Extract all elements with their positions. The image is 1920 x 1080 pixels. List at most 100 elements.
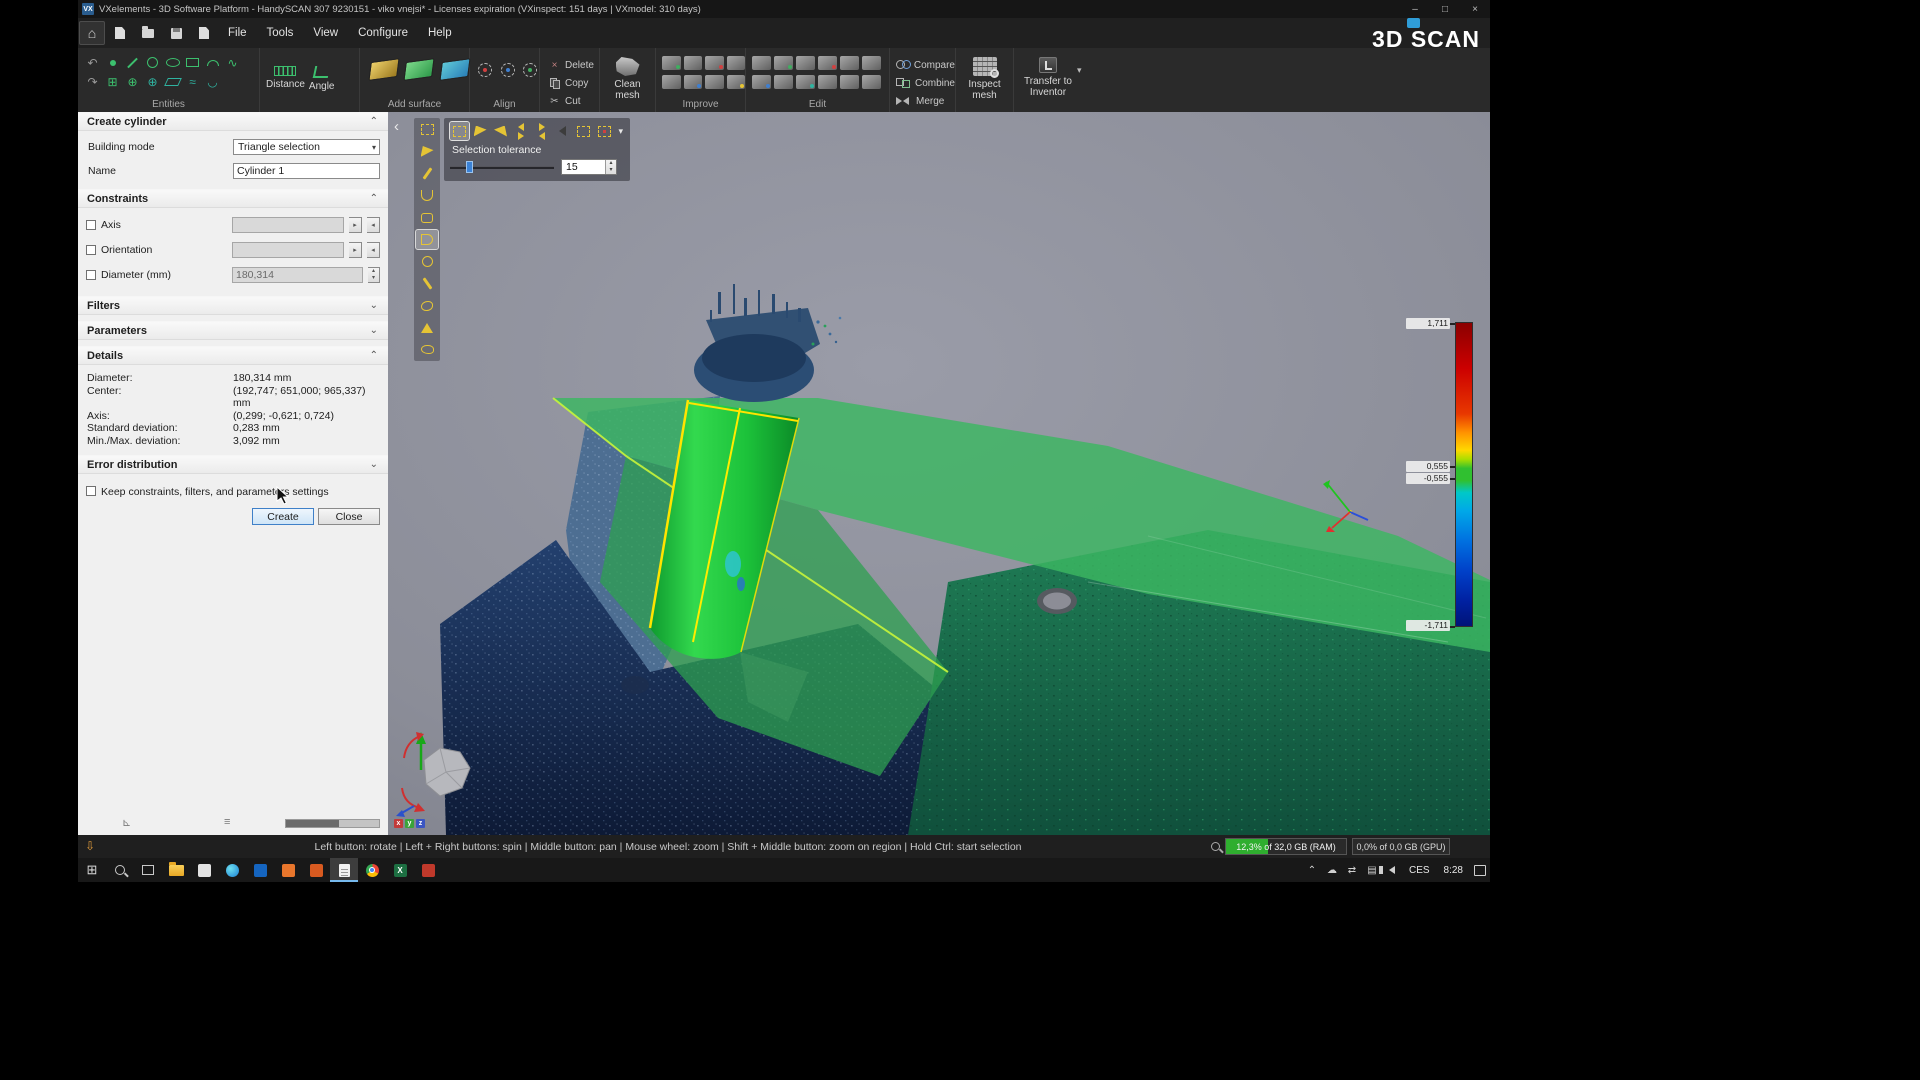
merge-button[interactable]: Merge — [896, 93, 955, 109]
hidden-icons-chevron[interactable]: ⌃ — [1302, 858, 1322, 882]
brush-selection-button[interactable] — [491, 122, 510, 140]
orientation-checkbox[interactable] — [86, 245, 96, 255]
axis-reverse-button[interactable]: ◂ — [367, 217, 380, 233]
improve-tool-icon-3[interactable] — [705, 56, 724, 70]
orientation-select[interactable] — [232, 242, 344, 258]
name-input[interactable] — [233, 163, 380, 179]
edit-tool-icon-5[interactable] — [840, 56, 859, 70]
rectangle-entity-icon[interactable] — [184, 55, 201, 70]
align-target-icon-1[interactable] — [476, 61, 494, 78]
combine-button[interactable]: Combine — [896, 75, 955, 91]
file-explorer-button[interactable] — [162, 858, 190, 882]
rectangle-selection-tool[interactable] — [416, 120, 438, 139]
grid-entity-icon[interactable]: ⊞ — [104, 74, 121, 89]
building-mode-select[interactable]: Triangle selection ▾ — [233, 139, 380, 155]
edit-tool-icon-6[interactable] — [862, 56, 881, 70]
store-app-button[interactable] — [190, 858, 218, 882]
plane-entity-icon[interactable] — [164, 74, 181, 89]
selection-tolerance-slider[interactable] — [450, 161, 554, 173]
orientation-reverse-button[interactable]: ◂ — [367, 242, 380, 258]
axis-select[interactable] — [232, 217, 344, 233]
expand-chevron-icon[interactable]: ⌄ — [370, 325, 378, 336]
knife-selection-tool[interactable] — [416, 274, 438, 293]
panel-header-error-distribution[interactable]: Error distribution ⌄ — [78, 455, 388, 474]
curve-entity-icon[interactable]: ≈ — [184, 74, 201, 89]
edit-tool-icon-1[interactable] — [752, 56, 771, 70]
diameter-spinner[interactable]: ▴▾ — [368, 267, 380, 283]
delete-button[interactable]: × Delete — [548, 57, 599, 73]
list-footer-icon[interactable]: ≡ — [224, 816, 230, 828]
improve-tool-icon-5[interactable] — [662, 75, 681, 89]
close-panel-button[interactable]: Close — [318, 508, 380, 525]
slider-thumb[interactable] — [466, 161, 473, 173]
distance-button[interactable]: Distance — [266, 58, 305, 92]
close-button[interactable]: × — [1460, 0, 1490, 18]
clean-mesh-button[interactable]: Clean mesh — [600, 52, 655, 101]
selection-options-dropdown[interactable]: ▾ — [619, 126, 624, 137]
export-icon[interactable] — [191, 21, 217, 45]
zone-selection-button[interactable] — [574, 122, 593, 140]
menu-file[interactable]: File — [218, 18, 257, 48]
panel-header-create-cylinder[interactable]: Create cylinder ⌃ — [78, 112, 388, 131]
improve-tool-icon-2[interactable] — [684, 56, 703, 70]
circle-entity-icon[interactable] — [144, 55, 161, 70]
triangle-selection-tool[interactable] — [416, 318, 438, 337]
menu-tools[interactable]: Tools — [257, 18, 304, 48]
sphere-entity-icon[interactable]: ⊕ — [124, 74, 141, 89]
align-target-icon-3[interactable] — [521, 61, 539, 78]
menu-view[interactable]: View — [303, 18, 348, 48]
volume-icon[interactable] — [1382, 858, 1402, 882]
surface-selection-button[interactable] — [471, 122, 490, 140]
edit-tool-icon-11[interactable] — [840, 75, 859, 89]
tolerance-spinner[interactable]: ▴▾ — [605, 160, 616, 174]
edit-tool-icon-8[interactable] — [774, 75, 793, 89]
section-entity-icon[interactable]: ◡ — [204, 74, 221, 89]
arc-entity-icon[interactable] — [204, 55, 221, 70]
update-download-icon[interactable]: ⇩ — [85, 839, 95, 853]
panel-header-parameters[interactable]: Parameters ⌄ — [78, 321, 388, 340]
menu-help[interactable]: Help — [418, 18, 462, 48]
axis-pick-button[interactable]: ▸ — [349, 217, 362, 233]
transfer-dropdown-icon[interactable]: ▾ — [1077, 65, 1082, 76]
previous-selection-button[interactable] — [553, 122, 572, 140]
orange-app-2-button[interactable] — [302, 858, 330, 882]
edit-tool-icon-4[interactable] — [818, 56, 837, 70]
expand-chevron-icon[interactable]: ⌄ — [370, 459, 378, 470]
edit-tool-icon-12[interactable] — [862, 75, 881, 89]
action-center-button[interactable] — [1470, 858, 1490, 882]
panel-collapse-arrow[interactable]: ‹ — [394, 118, 399, 135]
improve-tool-icon-8[interactable] — [727, 75, 746, 89]
blob-selection-tool[interactable] — [416, 296, 438, 315]
sync-icon[interactable]: ⇄ — [1342, 858, 1362, 882]
align-target-icon-2[interactable] — [499, 61, 517, 78]
collapse-chevron-icon[interactable]: ⌃ — [370, 116, 378, 127]
taskbar-search-button[interactable] — [106, 858, 134, 882]
menu-configure[interactable]: Configure — [348, 18, 418, 48]
edit-tool-icon-3[interactable] — [796, 56, 815, 70]
angle-button[interactable]: Angle — [309, 58, 335, 92]
maximize-button[interactable]: □ — [1430, 0, 1460, 18]
pen-selection-tool[interactable] — [416, 164, 438, 183]
freeform-selection-tool[interactable] — [416, 142, 438, 161]
language-indicator[interactable]: CES — [1402, 858, 1437, 882]
shrink-selection-button[interactable] — [533, 122, 552, 140]
start-button[interactable]: ⊞ — [78, 858, 106, 882]
home-icon[interactable]: ⌂ — [79, 21, 105, 45]
connected-selection-button[interactable] — [595, 122, 614, 140]
add-surface-icon-2[interactable] — [404, 58, 436, 81]
transfer-to-inventor-button[interactable]: Transfer to Inventor ▾ — [1014, 52, 1098, 98]
save-icon[interactable] — [163, 21, 189, 45]
blue-app-button[interactable] — [246, 858, 274, 882]
active-selection-mode-button[interactable] — [450, 122, 469, 140]
clock[interactable]: 8:28 — [1437, 858, 1470, 882]
point-entity-icon[interactable] — [104, 55, 121, 70]
axis-checkbox[interactable] — [86, 220, 96, 230]
redo-icon[interactable]: ↷ — [84, 74, 101, 89]
improve-tool-icon-7[interactable] — [705, 75, 724, 89]
3d-viewport[interactable]: ‹ — [388, 112, 1490, 835]
new-document-icon[interactable] — [107, 21, 133, 45]
minimize-button[interactable]: – — [1400, 0, 1430, 18]
undo-icon[interactable]: ↶ — [84, 55, 101, 70]
improve-tool-icon-6[interactable] — [684, 75, 703, 89]
orientation-pick-button[interactable]: ▸ — [349, 242, 362, 258]
